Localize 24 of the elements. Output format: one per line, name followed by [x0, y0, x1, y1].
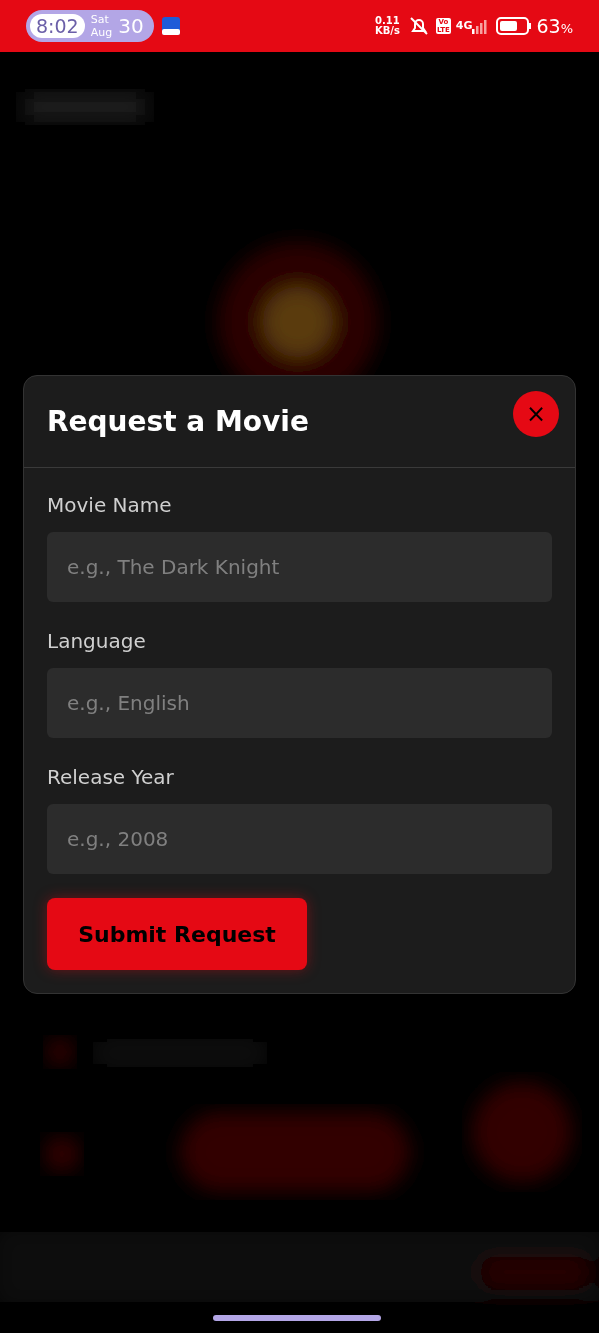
input-field[interactable]: e.g., 2008: [47, 804, 552, 874]
field-label: Language: [47, 628, 147, 655]
submit-button[interactable]: Submit Request: [47, 898, 307, 970]
modal-title: Request a Movie: [47, 403, 309, 440]
network-speed: 0.11: [375, 16, 400, 26]
battery-percent: 63%: [536, 13, 573, 39]
app-icon: [161, 17, 180, 35]
field-label: Movie Name: [47, 492, 173, 519]
date: 30: [118, 13, 144, 40]
network-type: 4G: [455, 17, 473, 34]
time: 8:02: [30, 14, 85, 38]
field-label: Release Year: [47, 764, 175, 791]
day: Sat: [90, 13, 113, 26]
muted-bell-icon: [407, 15, 430, 37]
close-button[interactable]: ×: [513, 390, 559, 437]
battery-icon: [496, 17, 533, 35]
input-field[interactable]: e.g., The Dark Knight: [47, 532, 552, 602]
speed-unit: KB/s: [374, 26, 400, 36]
blurred-dot: [44, 1136, 80, 1172]
home-indicator[interactable]: [213, 1315, 381, 1321]
month: Aug: [90, 26, 113, 39]
blurred-dot: [46, 1038, 74, 1066]
input-field[interactable]: e.g., English: [47, 668, 552, 738]
signal-icon: [472, 18, 489, 34]
